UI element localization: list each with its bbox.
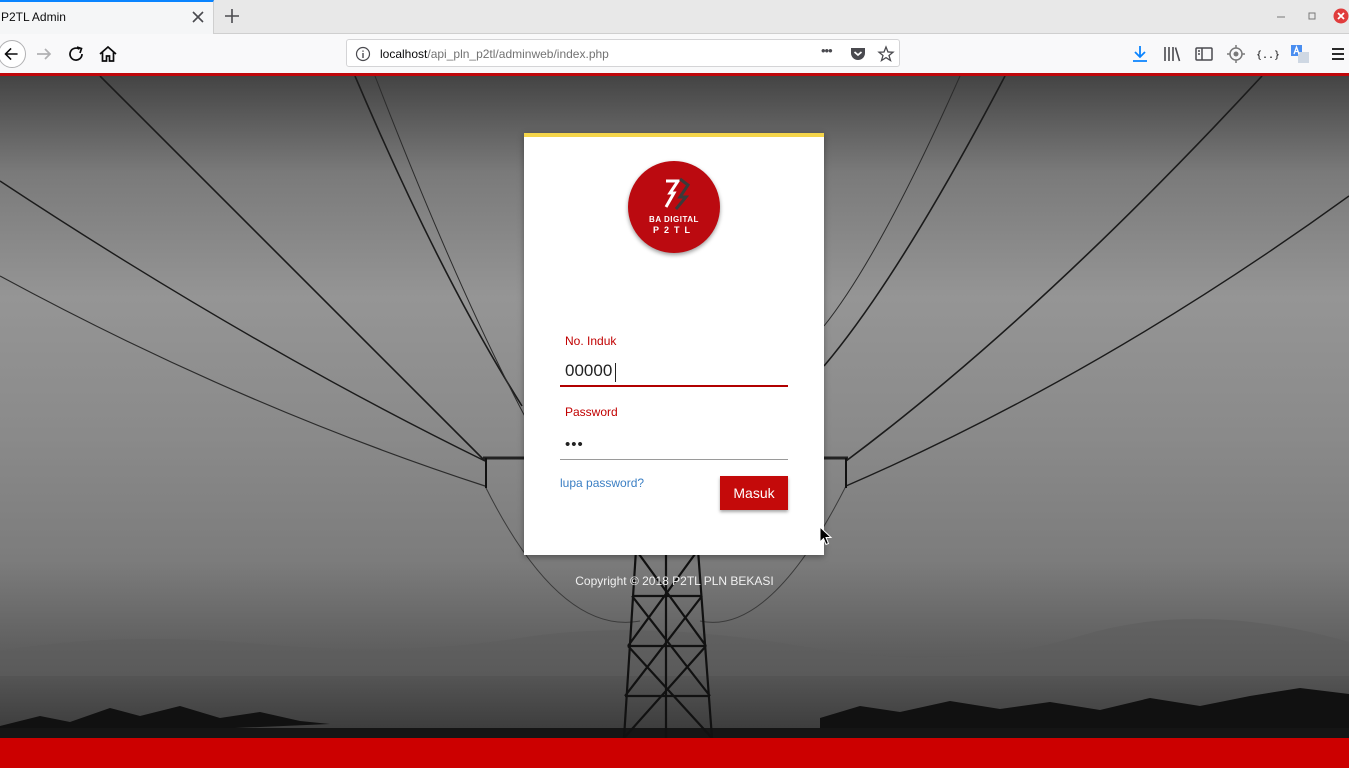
home-icon[interactable] <box>96 42 120 66</box>
address-bar[interactable]: localhost/api_pln_p2tl/adminweb/index.ph… <box>346 39 900 67</box>
logo-text-top: BA DIGITAL <box>649 215 699 224</box>
induk-input[interactable] <box>560 357 788 387</box>
site-info-icon[interactable] <box>355 46 371 62</box>
window-close-icon[interactable] <box>1333 8 1349 24</box>
password-label: Password <box>565 405 618 419</box>
library-icon[interactable] <box>1160 42 1184 66</box>
lightning-bolt-icon <box>664 177 691 210</box>
minimize-icon[interactable] <box>1273 8 1289 24</box>
login-page: BA DIGITAL P2TL No. Induk Password lupa … <box>0 76 1349 768</box>
json-viewer-icon[interactable]: {..} <box>1256 42 1280 66</box>
sidebar-icon[interactable] <box>1192 42 1216 66</box>
p2tl-logo: BA DIGITAL P2TL <box>628 161 720 253</box>
tab-p2tl-admin[interactable]: P2TL Admin <box>0 0 214 34</box>
url-text[interactable]: localhost/api_pln_p2tl/adminweb/index.ph… <box>380 47 609 61</box>
page-actions-icon[interactable]: ••• <box>821 43 839 61</box>
tab-strip: P2TL Admin <box>0 0 1349 34</box>
extension-target-icon[interactable] <box>1224 42 1248 66</box>
restore-icon[interactable] <box>1304 8 1320 24</box>
navigation-toolbar: localhost/api_pln_p2tl/adminweb/index.ph… <box>0 34 1349 74</box>
new-tab-icon[interactable] <box>222 6 242 26</box>
downloads-icon[interactable] <box>1128 42 1152 66</box>
text-caret <box>615 363 616 382</box>
url-path: /api_pln_p2tl/adminweb/index.php <box>427 47 609 61</box>
translate-icon[interactable] <box>1288 42 1312 66</box>
login-card: BA DIGITAL P2TL No. Induk Password lupa … <box>524 133 824 555</box>
login-button[interactable]: Masuk <box>720 476 788 510</box>
induk-label: No. Induk <box>565 334 617 348</box>
pocket-icon[interactable] <box>849 45 867 63</box>
bookmark-star-icon[interactable] <box>877 45 895 63</box>
close-tab-icon[interactable] <box>190 9 206 25</box>
mouse-cursor-icon <box>819 526 833 546</box>
copyright-text: Copyright © 2018 P2TL PLN BEKASI <box>575 574 774 588</box>
url-host: localhost <box>380 47 428 61</box>
password-input[interactable] <box>560 429 788 460</box>
back-button-icon[interactable] <box>0 40 26 68</box>
footer-bar <box>0 738 1349 768</box>
logo-text-bottom: P2TL <box>652 225 695 235</box>
tab-title: P2TL Admin <box>1 10 66 24</box>
reload-icon[interactable] <box>64 42 88 66</box>
svg-text:{..}: {..} <box>1256 50 1280 61</box>
menu-icon[interactable] <box>1326 42 1349 66</box>
forward-icon[interactable] <box>32 42 56 66</box>
forgot-password-link[interactable]: lupa password? <box>560 476 644 490</box>
